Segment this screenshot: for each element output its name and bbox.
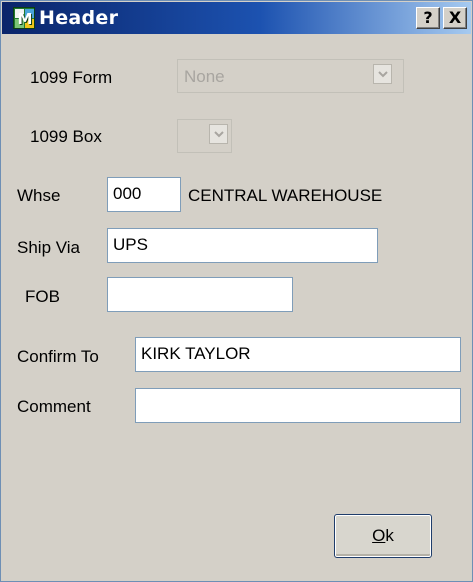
fob-label: FOB [25,287,60,306]
app-icon: M [13,7,35,29]
whse-label: Whse [17,186,61,205]
ship-via-label: Ship Via [17,238,81,257]
comment-label: Comment [17,397,91,416]
box-1099-dropdown-button[interactable] [209,124,228,144]
ok-button[interactable]: Ok [334,514,432,558]
confirm-to-field[interactable]: KIRK TAYLOR [135,337,461,372]
fob-field[interactable] [107,277,293,312]
ship-via-value: UPS [113,235,148,254]
help-icon[interactable]: ? [416,7,440,29]
header-dialog: M Header ? X 1099 Form None 1099 Box Whs… [0,0,473,582]
whse-description: CENTRAL WAREHOUSE [188,186,383,205]
window-title: Header [39,7,119,29]
close-icon[interactable]: X [443,7,467,29]
ship-via-field[interactable]: UPS [107,228,378,263]
ok-mnemonic: O [372,526,386,545]
app-icon-letter: M [17,10,33,28]
form-1099-label: 1099 Form [30,68,113,87]
comment-field[interactable] [135,388,461,423]
title-bar[interactable]: M Header ? X [2,2,471,34]
confirm-to-value: KIRK TAYLOR [141,344,251,363]
chevron-down-icon [214,131,224,138]
chevron-down-icon [378,71,388,78]
form-1099-select[interactable]: None [177,59,404,93]
ok-label-rest: k [385,526,394,545]
form-1099-dropdown-button[interactable] [373,64,392,84]
whse-field[interactable]: 000 [107,177,181,212]
box-1099-select[interactable] [177,119,232,153]
confirm-to-label: Confirm To [17,347,99,366]
box-1099-label: 1099 Box [30,127,102,146]
form-1099-value: None [184,67,225,86]
whse-value: 000 [113,184,142,203]
